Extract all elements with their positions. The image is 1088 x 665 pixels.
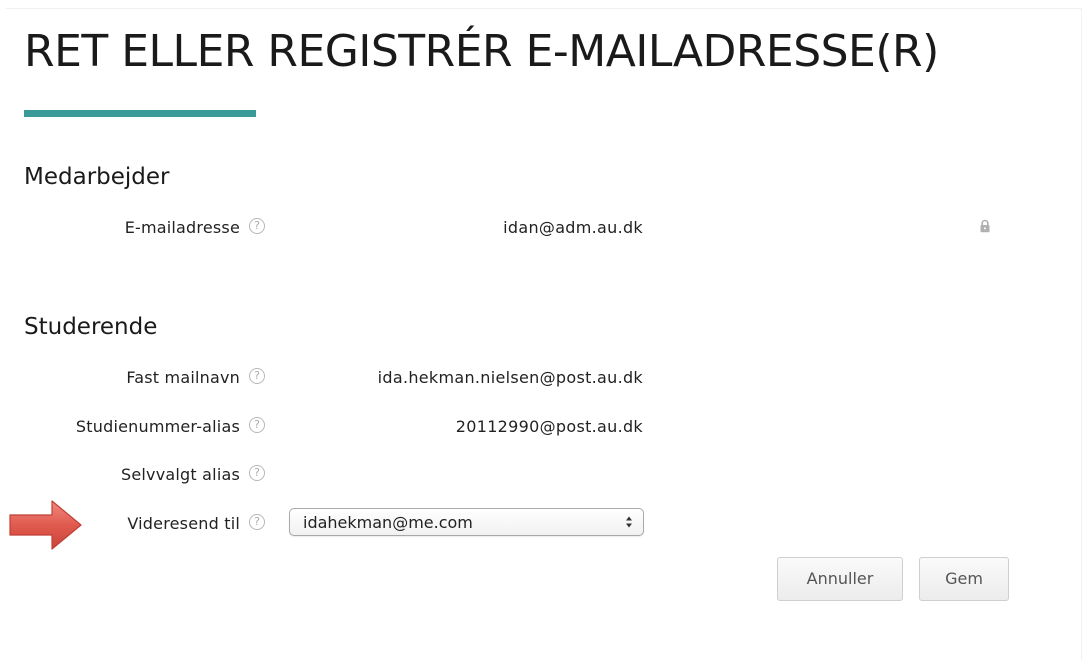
select-updown-icon	[626, 516, 632, 528]
forward-to-select[interactable]: idahekman@me.com	[289, 508, 644, 536]
fixed-mailname-label: Fast mailnavn	[126, 368, 240, 387]
custom-alias-label: Selvvalgt alias	[121, 465, 240, 484]
fixed-mailname-value: ida.hekman.nielsen@post.au.dk	[377, 368, 643, 387]
help-icon[interactable]: ?	[249, 514, 265, 530]
forward-to-row: Videresend til ? idahekman@me.com	[0, 508, 1088, 540]
lock-icon	[980, 219, 990, 233]
forward-to-label: Videresend til	[127, 514, 240, 533]
help-icon[interactable]: ?	[249, 218, 265, 234]
staff-heading: Medarbejder	[24, 164, 170, 190]
staff-email-row: E-mailadresse ? idan@adm.au.dk	[0, 212, 1088, 244]
help-icon[interactable]: ?	[249, 368, 265, 384]
title-underline	[24, 110, 256, 117]
custom-alias-row: Selvvalgt alias ?	[0, 459, 1088, 491]
staff-email-label: E-mailadresse	[124, 218, 240, 237]
cancel-button[interactable]: Annuller	[777, 557, 903, 601]
help-icon[interactable]: ?	[249, 417, 265, 433]
page-title: RET ELLER REGISTRÉR E-MAILADRESSE(R)	[24, 26, 939, 77]
student-number-alias-value: 20112990@post.au.dk	[455, 417, 643, 436]
student-number-alias-row: Studienummer-alias ? 20112990@post.au.dk	[0, 411, 1088, 443]
student-heading: Studerende	[24, 314, 158, 340]
help-icon[interactable]: ?	[249, 465, 265, 481]
forward-to-selected-value: idahekman@me.com	[303, 513, 473, 532]
staff-email-value: idan@adm.au.dk	[503, 218, 643, 237]
save-button[interactable]: Gem	[919, 557, 1009, 601]
fixed-mailname-row: Fast mailnavn ? ida.hekman.nielsen@post.…	[0, 362, 1088, 394]
student-number-alias-label: Studienummer-alias	[75, 417, 240, 436]
pointer-arrow-icon	[9, 500, 82, 550]
